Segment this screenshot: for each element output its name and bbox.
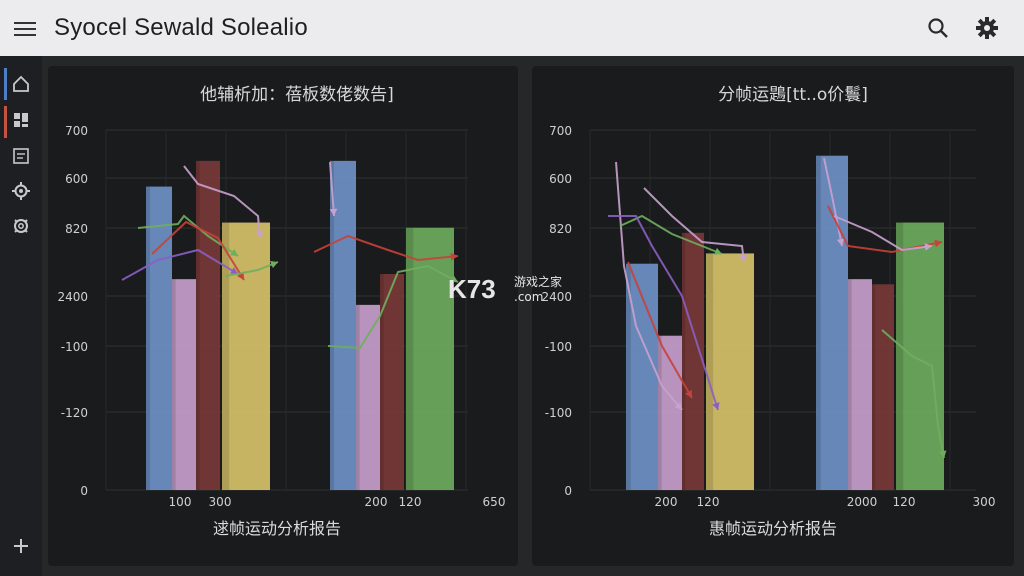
chart-panel-left: 他辅析加：蓓板数佬数告] 700 600 820 2400 -100 -120 0 100 300… xyxy=(48,66,518,566)
x-tick-label: 300 xyxy=(209,495,232,509)
x-tick-label: 120 xyxy=(697,495,720,509)
x-tick-label: 200 xyxy=(365,495,388,509)
x-tick-label: 100 xyxy=(169,495,192,509)
gear-icon[interactable] xyxy=(974,15,1000,41)
chart-title: 分帧运鶗[tt..o价鬟] xyxy=(718,85,868,105)
y-tick-label: 2400 xyxy=(57,290,88,304)
y-tick-label: -100 xyxy=(545,406,572,420)
bar-shade xyxy=(196,160,200,490)
bar-shade xyxy=(356,304,360,490)
plus-icon[interactable] xyxy=(9,534,33,558)
y-tick-label: 700 xyxy=(65,124,88,138)
chart-right: 分帧运鶗[tt..o价鬟]7006008202400-100-1000200 12… xyxy=(541,85,996,538)
bar-shade xyxy=(816,155,821,490)
x-tick-label: 200 xyxy=(655,495,678,509)
chart-title: 他辅析加：蓓板数佬数告] xyxy=(200,85,394,105)
trend-arrowhead xyxy=(450,252,458,261)
sidebar-active-indicator xyxy=(4,68,7,100)
watermark-domain: .com xyxy=(514,290,543,304)
y-tick-label: 820 xyxy=(549,222,572,236)
main-content: 他辅析加：蓓板数佬数告] 700 600 820 2400 -100 -120 0 100 300… xyxy=(42,56,1024,576)
bar-shade xyxy=(682,232,686,490)
trend-line-green xyxy=(619,214,723,255)
x-tick-label: 120 xyxy=(399,495,422,509)
y-tick-label: 600 xyxy=(65,172,88,186)
dashboard-icon[interactable] xyxy=(9,108,33,132)
hamburger-menu-icon[interactable] xyxy=(13,19,37,39)
y-tick-label: -100 xyxy=(61,340,88,354)
watermark-logo: K73 游戏之家 .com xyxy=(448,274,562,304)
bar-shade xyxy=(222,222,230,491)
top-app-bar: Syocel Sewald Solealio xyxy=(0,0,1024,57)
bar-shade xyxy=(172,279,176,490)
report-icon[interactable] xyxy=(9,144,33,168)
y-tick-label: 820 xyxy=(65,222,88,236)
y-tick-label: 0 xyxy=(80,484,88,498)
bar-pink xyxy=(172,279,196,490)
bar-shade xyxy=(706,253,714,490)
bar-shade xyxy=(872,284,876,490)
sidebar xyxy=(0,56,43,576)
x-tick-label: 300 xyxy=(973,495,996,509)
y-tick-label: 600 xyxy=(549,172,572,186)
settings-icon[interactable] xyxy=(9,179,33,203)
watermark-brand: K73 xyxy=(448,274,496,304)
x-axis-label: 惠帧运动分析报告 xyxy=(709,519,837,538)
search-icon[interactable] xyxy=(926,16,950,40)
chart-panel-right: 分帧运鶗[tt..o价鬟] 700 600 820 2400 -100 -100 0 200 12… xyxy=(532,66,1014,566)
bar-shade xyxy=(848,279,852,490)
y-tick-label: 700 xyxy=(549,124,572,138)
x-tick-label: 650 xyxy=(483,495,506,509)
bar-yellow xyxy=(706,253,754,490)
bar-shade xyxy=(406,227,414,490)
bar-shade xyxy=(658,335,662,490)
chart-left: 他辅析加：蓓板数佬数告] 700 600 820 2400 -100 -120 0 100 300… xyxy=(57,85,506,538)
y-tick-label: 0 xyxy=(564,484,572,498)
watermark-text: 游戏之家 xyxy=(514,274,562,289)
bar-shade xyxy=(146,186,150,491)
y-tick-label: -120 xyxy=(61,406,88,420)
bar-shade xyxy=(896,222,904,491)
y-tick-label: -100 xyxy=(545,340,572,354)
x-axis-label: 逑帧运动分析报告 xyxy=(213,519,341,538)
home-icon[interactable] xyxy=(9,72,33,96)
x-tick-label: 120 xyxy=(893,495,916,509)
trend-line-purple xyxy=(121,248,239,281)
sidebar-secondary-indicator xyxy=(4,106,7,138)
app-title: Syocel Sewald Solealio xyxy=(54,14,308,41)
gear-icon[interactable] xyxy=(9,214,33,238)
x-tick-label: 2000 xyxy=(847,495,878,509)
